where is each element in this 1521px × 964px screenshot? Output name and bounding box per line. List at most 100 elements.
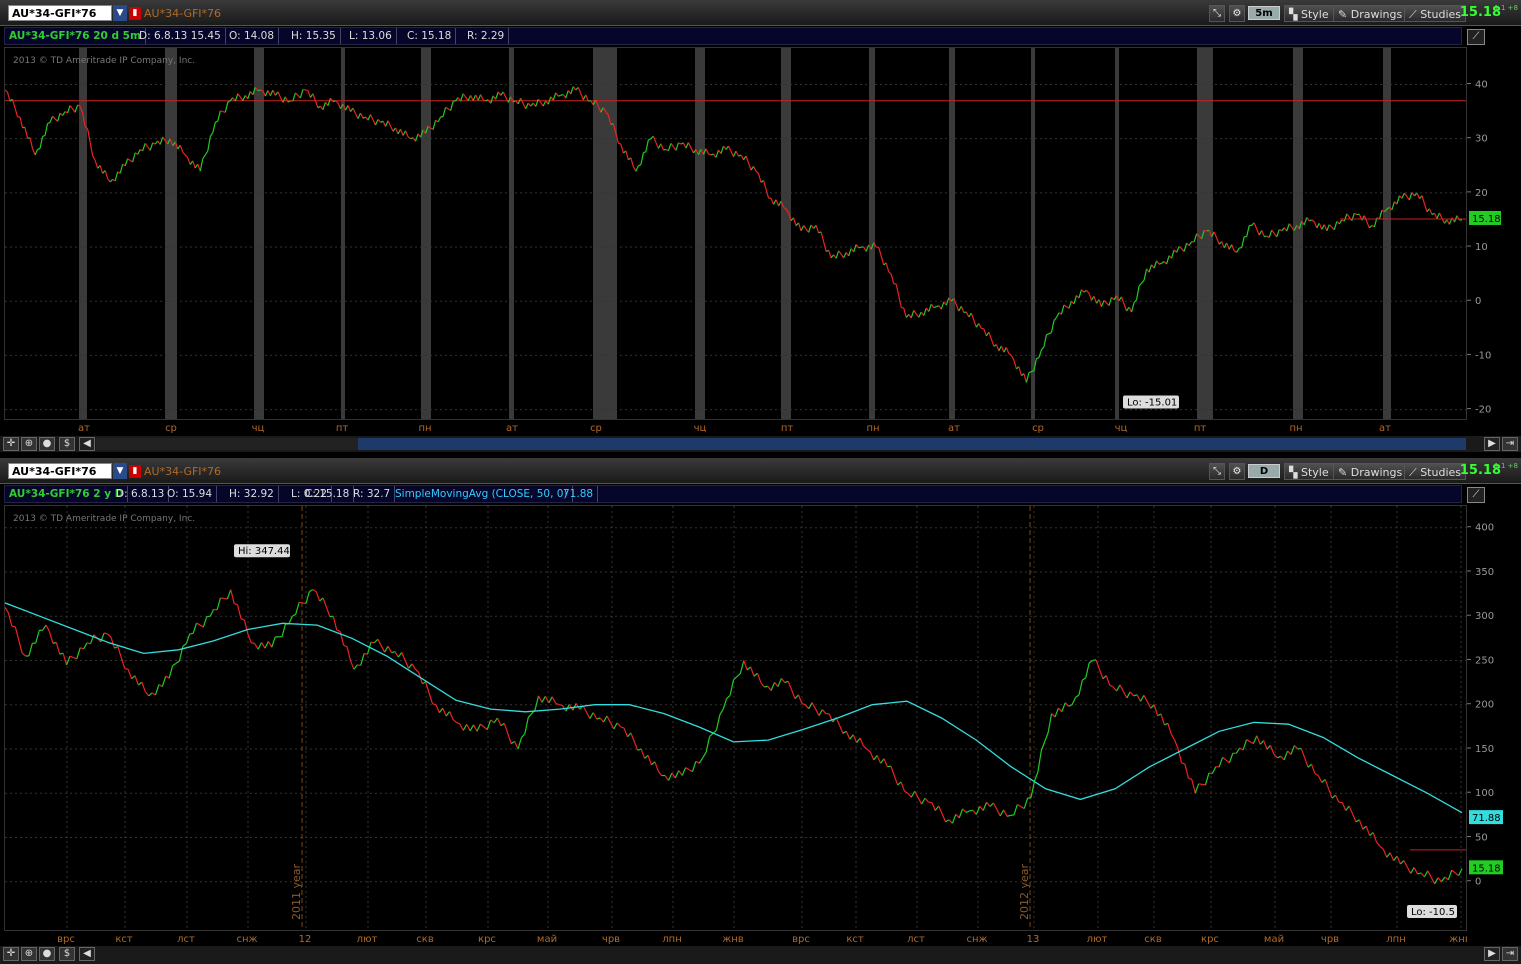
bottom-price-segment	[667, 772, 673, 781]
scroll-left-icon[interactable]: ◀	[79, 947, 95, 961]
bottom-plot-area[interactable]: 2011 year 2012 year Hi: 347.44 Lo: -10.5 20…	[4, 505, 1467, 931]
top-settings-wrench-icon[interactable]: ⚙	[1229, 5, 1245, 22]
top-price-segment	[910, 310, 915, 319]
top-price-segment	[1288, 223, 1293, 228]
top-price-segment	[1276, 229, 1280, 238]
top-symbol-dropdown-icon[interactable]: ▼	[113, 5, 127, 21]
top-price-segment	[1193, 233, 1198, 243]
bottom-price-segment	[664, 775, 670, 781]
bottom-price-segment	[541, 696, 546, 703]
top-price-segment	[327, 98, 332, 106]
top-price-segment	[19, 116, 24, 128]
top-price-segment	[582, 94, 587, 100]
scroll-end-icon[interactable]: ⇥	[1502, 947, 1518, 961]
top-price-segment	[1043, 334, 1048, 347]
top-price-segment	[460, 93, 464, 102]
zoom-icon[interactable]: ⊕	[21, 947, 37, 961]
bottom-price-segment	[599, 717, 604, 723]
bottom-price-segment	[585, 711, 591, 719]
top-price-segment	[1433, 213, 1438, 219]
x-tick-label: лпн	[1386, 934, 1405, 945]
top-expand-icon[interactable]: ⟋	[1467, 29, 1485, 45]
bottom-price-segment	[691, 761, 697, 772]
top-plot-area[interactable]: Lo: -15.01 2013 © TD Ameritrade IP Compa…	[4, 47, 1467, 420]
bottom-symbol-input[interactable]: AU*34-GFI*76	[8, 463, 112, 479]
top-symbol-input[interactable]: AU*34-GFI*76	[8, 5, 112, 21]
bottom-price-segment	[35, 630, 40, 644]
bottom-expand-icon[interactable]: ⟋	[1467, 487, 1485, 503]
year-label: 2011 year	[290, 863, 303, 920]
bottom-price-segment	[251, 642, 255, 645]
dollar-icon[interactable]: $	[59, 437, 75, 451]
bottom-price-axis[interactable]: 400 350 300 250 200 150 100 50 0 71.88 15.18	[1467, 505, 1521, 931]
crosshair-icon[interactable]: ✛	[3, 437, 19, 451]
bottom-price-segment	[349, 660, 355, 670]
bottom-price-segment	[756, 672, 762, 683]
bottom-style-button[interactable]: ▚ Style	[1284, 463, 1334, 480]
top-price-segment	[142, 143, 146, 151]
session-band	[695, 48, 705, 419]
scroll-left-icon[interactable]: ◀	[79, 437, 95, 451]
top-price-segment	[555, 92, 559, 97]
top-price-segment	[470, 95, 474, 101]
zoom-icon[interactable]: ⊕	[21, 437, 37, 451]
bottom-aggregation-button[interactable]: D	[1248, 464, 1280, 478]
top-price-segment	[715, 149, 720, 158]
bottom-price-segment	[148, 692, 153, 697]
top-price-segment	[657, 143, 662, 149]
top-price-segment	[1303, 217, 1308, 226]
top-price-segment	[1423, 203, 1428, 212]
bottom-price-segment	[1129, 691, 1135, 697]
bottom-symbol-dropdown-icon[interactable]: ▼	[113, 463, 127, 479]
top-price-segment	[5, 89, 8, 93]
top-price-segment	[1268, 229, 1273, 238]
top-scroll-track[interactable]	[96, 438, 358, 450]
bottom-info-date: D: 6.8.13	[112, 486, 170, 502]
bottom-settings-wrench-icon[interactable]: ⚙	[1229, 463, 1245, 480]
top-price-segment	[272, 89, 276, 96]
top-price-segment	[472, 94, 477, 101]
bottom-price-segment	[938, 805, 943, 815]
dollar-icon[interactable]: $	[59, 947, 75, 961]
top-price-segment	[307, 90, 311, 98]
top-style-button[interactable]: ▚ Style	[1284, 5, 1334, 22]
top-studies-button[interactable]: ⟋ Studies	[1404, 5, 1467, 22]
top-price-segment	[823, 241, 827, 252]
bottom-price-segment	[182, 643, 187, 647]
top-price-segment	[149, 142, 154, 151]
bottom-price-segment	[267, 641, 273, 648]
bottom-price-segment	[1423, 870, 1429, 878]
bottom-price-segment	[59, 652, 64, 655]
top-price-axis[interactable]: 40 30 20 10 0 -10 -20 15.18	[1467, 47, 1521, 420]
bottom-price-segment	[760, 682, 765, 688]
top-scrollbar-thumb[interactable]	[358, 438, 1466, 450]
scroll-right-icon[interactable]: ▶	[1484, 947, 1500, 961]
bottom-price-segment	[907, 792, 912, 798]
bottom-price-segment	[360, 653, 365, 666]
y-tick-label: 150	[1475, 744, 1494, 755]
bottom-drawing-tool-icon[interactable]: ⤡	[1209, 463, 1225, 480]
bottom-info-study[interactable]: SimpleMovingAvg (CLOSE, 50, 0)	[391, 486, 573, 502]
top-info-range: R: 2.29	[463, 28, 510, 44]
top-drawings-button[interactable]: ✎ Drawings	[1333, 5, 1408, 22]
bottom-link-icon[interactable]: ▮	[129, 465, 141, 478]
bottom-price-segment	[616, 722, 622, 728]
bottom-price-segment	[299, 601, 303, 604]
crosshair-icon[interactable]: ✛	[3, 947, 19, 961]
pan-icon[interactable]: ●	[39, 437, 55, 451]
top-price-segment	[1313, 221, 1318, 229]
bottom-copyright: 2013 © TD Ameritrade IP Company, Inc.	[13, 514, 196, 524]
scroll-right-icon[interactable]: ▶	[1484, 437, 1500, 451]
top-price-segment	[1046, 333, 1050, 336]
bottom-price-segment	[1389, 852, 1395, 861]
top-aggregation-button[interactable]: 5m	[1248, 6, 1280, 20]
bottom-price-segment	[958, 808, 964, 819]
top-link-icon[interactable]: ▮	[129, 7, 141, 20]
bottom-studies-button[interactable]: ⟋ Studies	[1404, 463, 1467, 480]
pan-icon[interactable]: ●	[39, 947, 55, 961]
top-price-segment	[1025, 372, 1030, 383]
scroll-end-icon[interactable]: ⇥	[1502, 437, 1518, 451]
top-drawing-tool-icon[interactable]: ⤡	[1209, 5, 1225, 22]
bottom-drawings-button[interactable]: ✎ Drawings	[1333, 463, 1408, 480]
top-price-segment	[127, 158, 131, 161]
